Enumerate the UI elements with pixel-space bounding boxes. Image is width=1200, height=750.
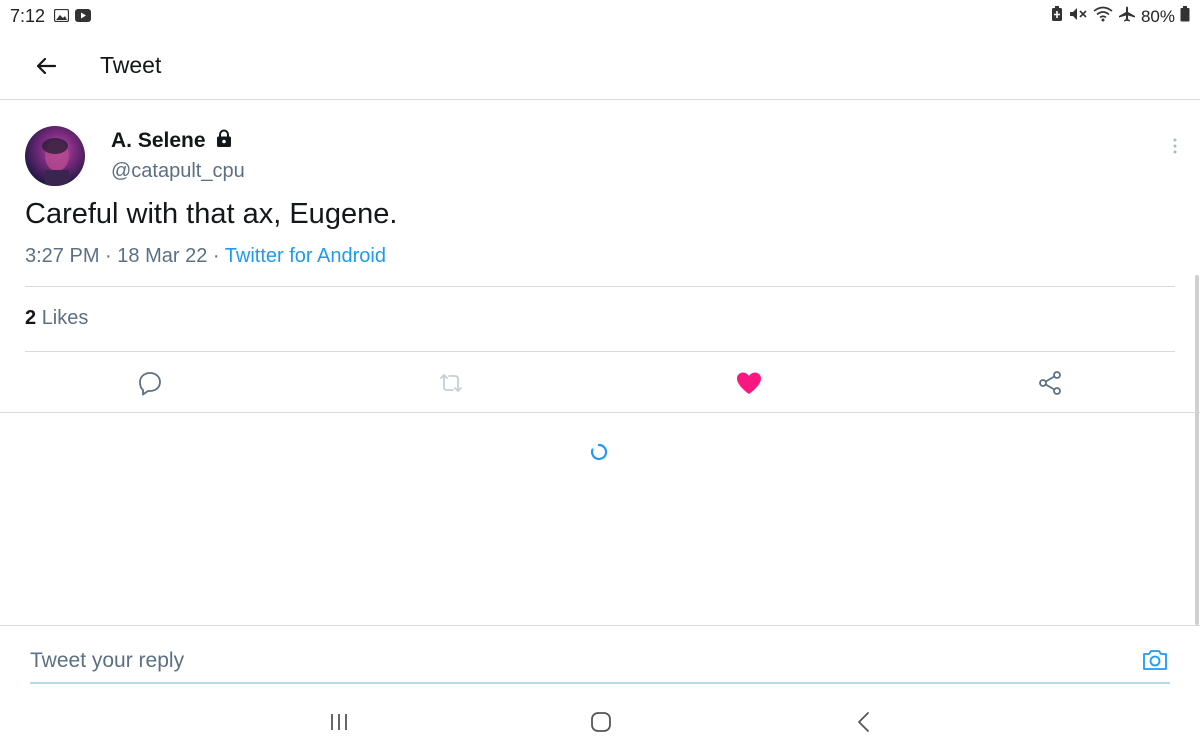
reply-underline [30, 682, 1170, 684]
tweet-meta: 3:27 PM · 18 Mar 22 · Twitter for Androi… [25, 245, 386, 268]
more-options-button[interactable] [1166, 134, 1184, 158]
meta-separator: · [105, 245, 112, 267]
divider [0, 412, 1200, 413]
likes-count[interactable]: 2 Likes [25, 307, 88, 330]
reply-input[interactable] [30, 640, 1130, 682]
tweet-date: 18 Mar 22 [117, 245, 208, 267]
page-title: Tweet [100, 52, 162, 78]
tweet-text: Careful with that ax, Eugene. [25, 198, 398, 230]
tweet-source-link[interactable]: Twitter for Android [225, 245, 386, 267]
image-icon [53, 8, 70, 27]
tweet-time: 3:27 PM [25, 245, 100, 267]
back-nav-button[interactable] [846, 704, 882, 740]
top-bar: Tweet [0, 32, 1200, 100]
display-name[interactable]: A. Selene [111, 128, 234, 154]
share-button[interactable] [1035, 368, 1065, 398]
like-icon [737, 372, 761, 394]
meta-separator: · [212, 245, 220, 267]
status-bar: 7:12 80% [0, 0, 1200, 32]
divider [25, 351, 1175, 352]
likes-number: 2 [25, 307, 37, 329]
battery-saver-icon [1051, 6, 1063, 27]
retweet-button[interactable] [436, 368, 466, 398]
reply-button[interactable] [135, 368, 165, 398]
back-nav-icon [858, 712, 869, 732]
like-button[interactable] [734, 368, 764, 398]
wifi-icon [1093, 6, 1113, 27]
retweet-icon [440, 374, 462, 392]
likes-label: Likes [41, 307, 89, 329]
more-vertical-icon [1173, 138, 1177, 154]
battery-icon [1180, 6, 1190, 27]
arrow-left-icon [36, 57, 57, 75]
divider [25, 286, 1175, 287]
scrollbar[interactable] [1195, 275, 1199, 625]
status-time: 7:12 [10, 6, 46, 26]
avatar[interactable] [25, 126, 85, 186]
home-icon [591, 712, 611, 732]
back-button[interactable] [30, 50, 62, 82]
display-name-text: A. Selene [111, 129, 206, 152]
camera-icon [1143, 650, 1167, 670]
share-icon [1039, 371, 1061, 395]
reply-icon [139, 372, 161, 396]
airplane-icon [1118, 6, 1136, 27]
loading-spinner-icon [590, 443, 608, 461]
user-handle[interactable]: @catapult_cpu [111, 160, 245, 183]
lock-icon [214, 128, 234, 154]
divider [0, 625, 1200, 626]
battery-percent: 80% [1140, 6, 1175, 26]
recent-apps-button[interactable] [321, 704, 357, 740]
recent-apps-icon [331, 714, 347, 730]
youtube-icon [75, 9, 91, 27]
camera-button[interactable] [1140, 645, 1170, 675]
mute-icon [1068, 6, 1088, 27]
home-button[interactable] [583, 704, 619, 740]
